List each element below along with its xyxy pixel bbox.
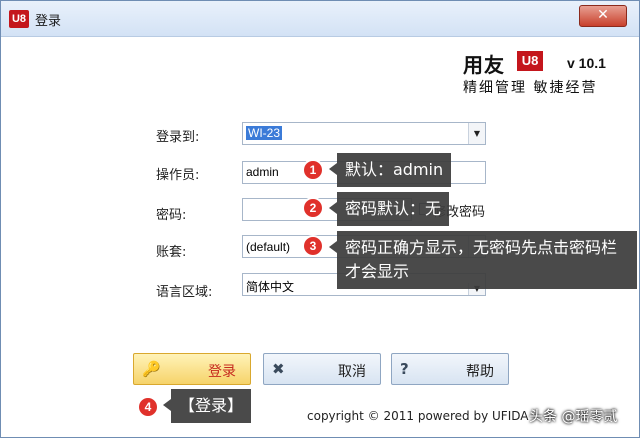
callout-password-text: 密码默认：无 — [345, 199, 442, 218]
callout-login-text: 【登录】 — [179, 396, 244, 415]
password-label: 密码: — [156, 208, 187, 223]
app-logo-icon: U8 — [9, 10, 29, 28]
step-badge-3: 3 — [302, 235, 324, 257]
callout-operator: 默认：admin — [328, 153, 452, 187]
help-button[interactable]: ? 帮助 — [391, 353, 509, 385]
login-button[interactable]: 🔑 登录 — [133, 353, 251, 385]
step-badge-2: 2 — [302, 197, 324, 219]
server-value: WI-23 — [246, 126, 283, 140]
operator-label: 操作员: — [156, 168, 200, 183]
account-value: (default) — [246, 240, 291, 254]
login-window: U8 登录 ✕ 用友 U8 v 10.1 精细管理 敏捷经营 登录到: WI-2… — [0, 0, 640, 438]
copyright-text: copyright © 2011 powered by UFIDA — [307, 409, 529, 423]
callout-password: 密码默认：无 — [328, 192, 450, 226]
cancel-button[interactable]: ✖ 取消 — [263, 353, 381, 385]
language-value: 简体中文 — [246, 280, 295, 294]
server-label: 登录到: — [156, 130, 200, 145]
help-button-label: 帮助 — [466, 364, 494, 380]
server-select[interactable]: WI-23 ▼ — [242, 122, 486, 145]
step-badge-1: 1 — [302, 159, 324, 181]
brand-block: 用友 U8 v 10.1 精细管理 敏捷经营 — [463, 47, 623, 97]
login-button-label: 登录 — [208, 364, 236, 380]
watermark-text: 头条 @瑶零贰 — [529, 409, 618, 425]
callout-login: 【登录】 — [162, 389, 252, 423]
operator-value: admin — [246, 165, 279, 179]
help-icon: ? — [400, 360, 409, 378]
chevron-down-icon[interactable]: ▼ — [468, 123, 485, 144]
callout-account-text: 密码正确方显示，无密码先点击密码栏才会显示 — [345, 238, 618, 281]
brand-name: 用友 — [463, 53, 505, 77]
close-icon: ✖ — [272, 360, 285, 378]
callout-operator-text: 默认：admin — [345, 160, 444, 179]
title-bar: U8 登录 ✕ — [1, 1, 639, 37]
brand-version: v 10.1 — [567, 55, 606, 71]
callout-account: 密码正确方显示，无密码先点击密码栏才会显示 — [329, 231, 637, 289]
step-badge-4: 4 — [137, 396, 159, 418]
account-label: 账套: — [156, 245, 187, 260]
close-button[interactable]: ✕ — [579, 5, 627, 27]
key-icon: 🔑 — [142, 360, 161, 378]
window-title: 登录 — [35, 14, 62, 29]
cancel-button-label: 取消 — [338, 364, 366, 380]
brand-slogan: 精细管理 敏捷经营 — [463, 80, 598, 96]
brand-logo-icon: U8 — [517, 51, 543, 71]
language-label: 语言区域: — [156, 285, 213, 300]
